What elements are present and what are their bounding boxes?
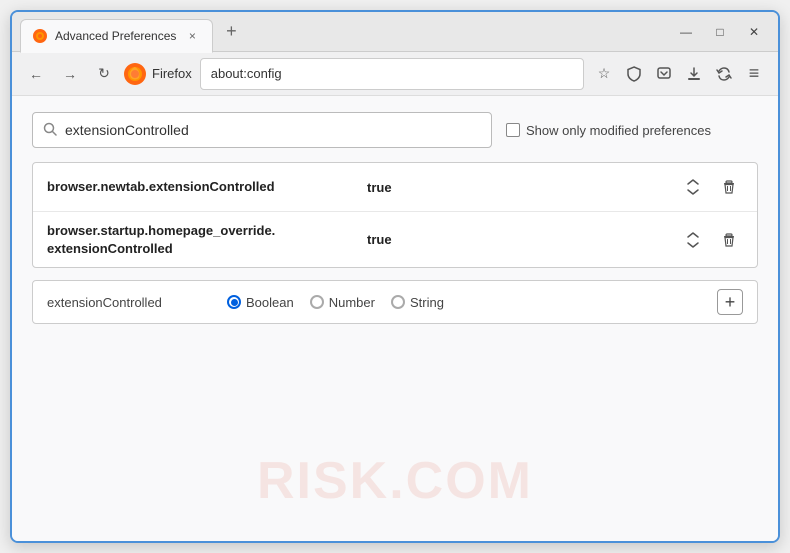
pref-value-2: true [367,232,669,247]
preferences-table: browser.newtab.extensionControlled true [32,162,758,268]
menu-button[interactable]: ≡ [740,60,768,88]
page-content: RISK.COM Show only modified preferences [12,96,778,541]
search-input[interactable] [65,122,481,138]
pref-name-1: browser.newtab.extensionControlled [47,178,357,196]
string-radio-option[interactable]: String [391,295,444,310]
search-icon [43,122,57,139]
browser-window: Advanced Preferences × + — □ ✕ ← → ↻ Fir… [10,10,780,543]
address-text: about:config [211,66,282,81]
nav-bar: ← → ↻ Firefox about:config ☆ [12,52,778,96]
new-tab-button[interactable]: + [217,18,245,46]
sync-button[interactable] [710,60,738,88]
boolean-radio-circle [227,295,241,309]
pref-actions-1 [679,173,743,201]
type-radio-group: Boolean Number String [227,295,697,310]
downloads-button[interactable] [680,60,708,88]
pref-name-2-line1: browser.startup.homepage_override. [47,223,275,238]
pref-search-box[interactable] [32,112,492,148]
tab-close-button[interactable]: × [184,28,200,44]
pref-toggle-btn-2[interactable] [679,226,707,254]
string-radio-circle [391,295,405,309]
boolean-label: Boolean [246,295,294,310]
window-controls: — □ ✕ [670,18,770,46]
pref-actions-2 [679,226,743,254]
minimize-button[interactable]: — [670,18,702,46]
pref-value-1: true [367,180,669,195]
watermark: RISK.COM [257,451,533,511]
show-modified-checkbox[interactable] [506,123,520,137]
search-bar-row: Show only modified preferences [32,112,758,148]
add-preference-button[interactable]: + [717,289,743,315]
pref-delete-btn-1[interactable] [715,173,743,201]
active-tab[interactable]: Advanced Preferences × [20,19,213,53]
title-bar: Advanced Preferences × + — □ ✕ [12,12,778,52]
firefox-logo [124,63,146,85]
pref-row-1: browser.newtab.extensionControlled true [33,163,757,212]
string-label: String [410,295,444,310]
add-preference-row: extensionControlled Boolean Number Strin… [32,280,758,324]
maximize-button[interactable]: □ [704,18,736,46]
number-radio-circle [310,295,324,309]
nav-icons: ☆ [590,60,768,88]
show-modified-row: Show only modified preferences [506,123,711,138]
number-label: Number [329,295,375,310]
reload-button[interactable]: ↻ [90,60,118,88]
back-button[interactable]: ← [22,60,50,88]
bookmark-star-button[interactable]: ☆ [590,60,618,88]
new-pref-name: extensionControlled [47,295,207,310]
tab-title: Advanced Preferences [55,29,176,43]
pref-name-2: browser.startup.homepage_override. exten… [47,222,357,257]
pocket-button[interactable] [650,60,678,88]
number-radio-option[interactable]: Number [310,295,375,310]
pref-toggle-btn-1[interactable] [679,173,707,201]
pref-row-2: browser.startup.homepage_override. exten… [33,212,757,267]
show-modified-label: Show only modified preferences [526,123,711,138]
tab-favicon [33,29,47,43]
firefox-wordmark: Firefox [152,66,192,81]
forward-button[interactable]: → [56,60,84,88]
shield-button[interactable] [620,60,648,88]
boolean-radio-option[interactable]: Boolean [227,295,294,310]
close-button[interactable]: ✕ [738,18,770,46]
pref-delete-btn-2[interactable] [715,226,743,254]
address-bar[interactable]: about:config [200,58,584,90]
pref-name-2-line2: extensionControlled [47,241,173,256]
